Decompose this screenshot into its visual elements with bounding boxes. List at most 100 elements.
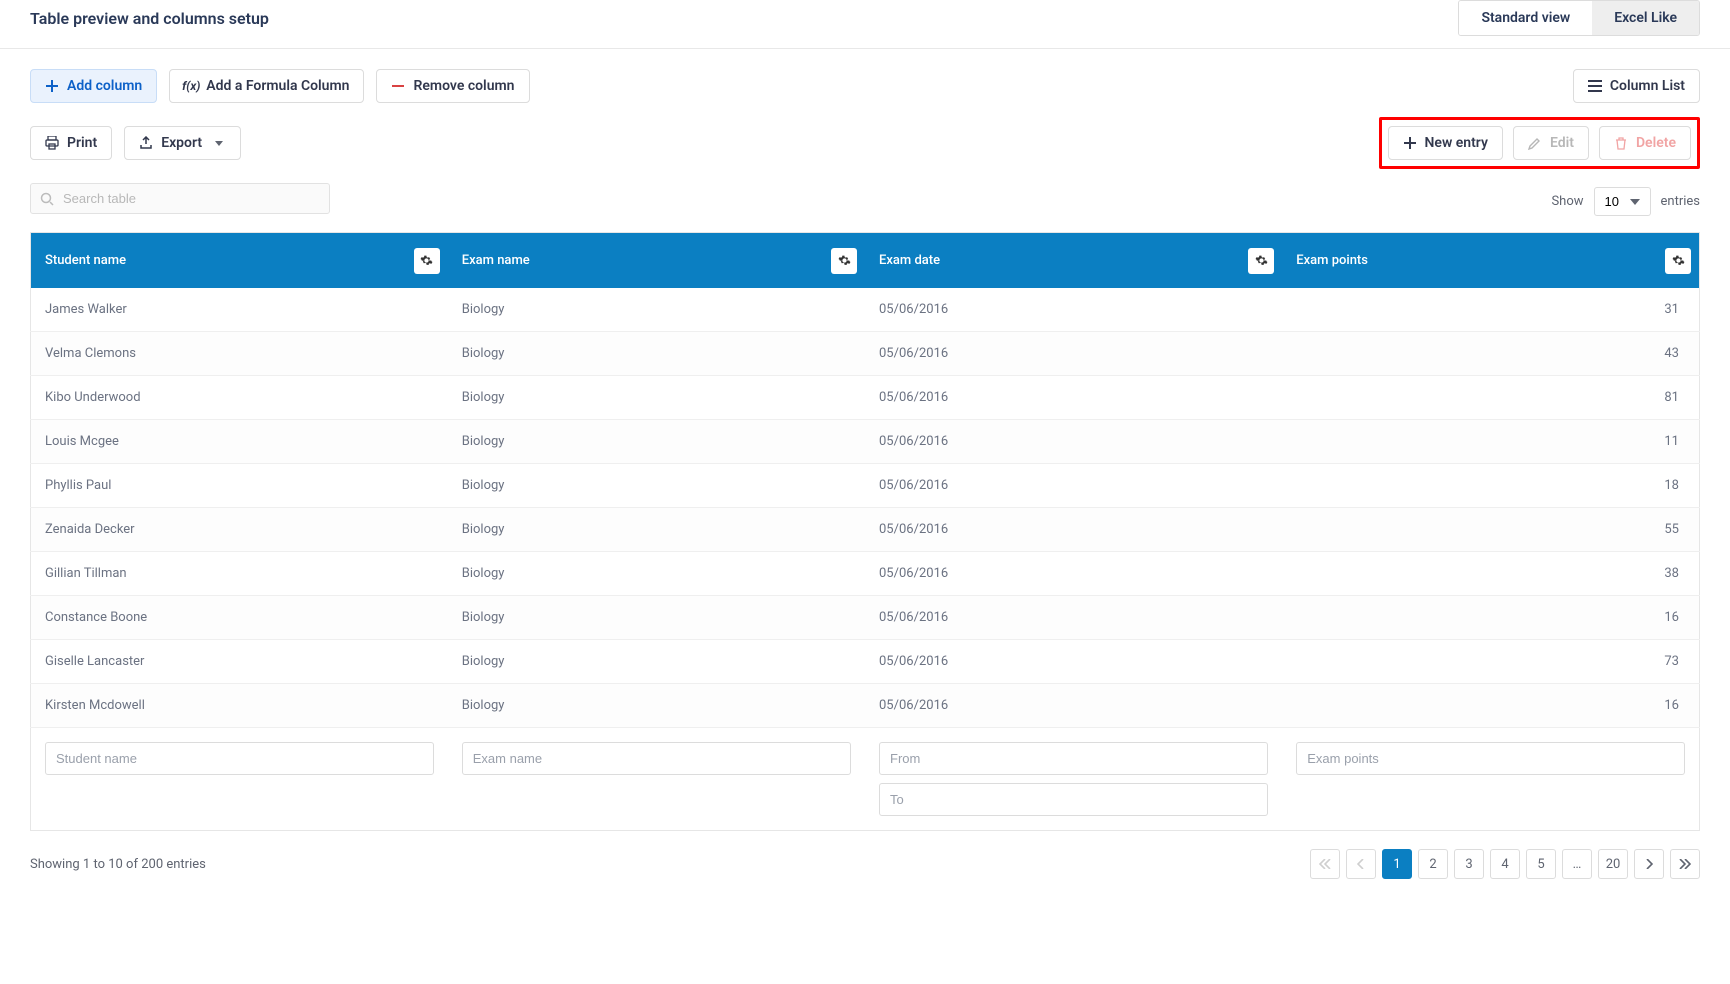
add-formula-button[interactable]: f(x) Add a Formula Column: [169, 69, 364, 103]
cell-date: 05/06/2016: [865, 332, 1282, 376]
col-header-exam[interactable]: Exam name: [462, 253, 530, 268]
page-2[interactable]: 2: [1418, 849, 1448, 879]
remove-column-label: Remove column: [413, 78, 514, 94]
search-input[interactable]: [30, 183, 330, 214]
cell-date: 05/06/2016: [865, 684, 1282, 728]
plus-icon: [1403, 136, 1417, 150]
page-4[interactable]: 4: [1490, 849, 1520, 879]
cell-exam: Biology: [448, 596, 865, 640]
table-row[interactable]: James WalkerBiology05/06/201631: [31, 288, 1700, 332]
cell-points: 16: [1282, 596, 1699, 640]
add-column-button[interactable]: Add column: [30, 69, 157, 103]
list-icon: [1588, 79, 1602, 93]
formula-icon: f(x): [184, 79, 198, 93]
page-3[interactable]: 3: [1454, 849, 1484, 879]
filter-student-input[interactable]: [45, 742, 434, 775]
cell-student: Louis Mcgee: [31, 420, 448, 464]
col-header-points[interactable]: Exam points: [1296, 253, 1368, 268]
page-5[interactable]: 5: [1526, 849, 1556, 879]
print-label: Print: [67, 135, 97, 151]
page-prev[interactable]: [1346, 849, 1376, 879]
col-header-date[interactable]: Exam date: [879, 253, 940, 268]
page-size-select[interactable]: 10: [1594, 187, 1651, 216]
cell-date: 05/06/2016: [865, 552, 1282, 596]
cell-date: 05/06/2016: [865, 464, 1282, 508]
filter-points-input[interactable]: [1296, 742, 1685, 775]
page-title: Table preview and columns setup: [30, 9, 269, 28]
page-20[interactable]: 20: [1598, 849, 1628, 879]
cell-exam: Biology: [448, 508, 865, 552]
data-table: Student name Exam name Exam date: [30, 232, 1700, 831]
cell-exam: Biology: [448, 376, 865, 420]
cell-date: 05/06/2016: [865, 420, 1282, 464]
print-button[interactable]: Print: [30, 126, 112, 160]
page-first[interactable]: [1310, 849, 1340, 879]
column-list-label: Column List: [1610, 78, 1685, 94]
print-icon: [45, 136, 59, 150]
cell-points: 43: [1282, 332, 1699, 376]
cell-student: Gillian Tillman: [31, 552, 448, 596]
pencil-icon: [1528, 136, 1542, 150]
view-excel-tab[interactable]: Excel Like: [1592, 1, 1699, 35]
cell-exam: Biology: [448, 640, 865, 684]
gear-icon: [1255, 254, 1268, 267]
export-button[interactable]: Export: [124, 126, 241, 160]
cell-student: Giselle Lancaster: [31, 640, 448, 684]
view-standard-tab[interactable]: Standard view: [1459, 1, 1592, 35]
cell-date: 05/06/2016: [865, 508, 1282, 552]
cell-points: 38: [1282, 552, 1699, 596]
edit-label: Edit: [1550, 135, 1574, 151]
cell-points: 31: [1282, 288, 1699, 332]
export-label: Export: [161, 135, 202, 151]
filter-date-to-input[interactable]: [879, 783, 1268, 816]
cell-student: Constance Boone: [31, 596, 448, 640]
page-next[interactable]: [1634, 849, 1664, 879]
cell-exam: Biology: [448, 332, 865, 376]
entries-info: Showing 1 to 10 of 200 entries: [30, 857, 206, 872]
cell-student: Zenaida Decker: [31, 508, 448, 552]
cell-student: Phyllis Paul: [31, 464, 448, 508]
col-settings-student[interactable]: [414, 248, 440, 274]
new-entry-button[interactable]: New entry: [1388, 126, 1503, 160]
add-column-label: Add column: [67, 78, 142, 94]
gear-icon: [420, 254, 433, 267]
col-settings-exam[interactable]: [831, 248, 857, 274]
crud-toolbar-highlight: New entry Edit Delete: [1379, 117, 1701, 169]
remove-column-button[interactable]: Remove column: [376, 69, 529, 103]
minus-icon: [391, 79, 405, 93]
plus-icon: [45, 79, 59, 93]
table-row[interactable]: Giselle LancasterBiology05/06/201673: [31, 640, 1700, 684]
export-icon: [139, 136, 153, 150]
page-…: …: [1562, 849, 1592, 879]
page-last[interactable]: [1670, 849, 1700, 879]
gear-icon: [1672, 254, 1685, 267]
pagination: 12345…20: [1310, 849, 1700, 879]
table-row[interactable]: Kirsten McdowellBiology05/06/201616: [31, 684, 1700, 728]
cell-points: 81: [1282, 376, 1699, 420]
table-row[interactable]: Phyllis PaulBiology05/06/201618: [31, 464, 1700, 508]
column-list-button[interactable]: Column List: [1573, 69, 1700, 103]
table-row[interactable]: Louis McgeeBiology05/06/201611: [31, 420, 1700, 464]
entries-label: entries: [1661, 194, 1701, 209]
gear-icon: [838, 254, 851, 267]
add-formula-label: Add a Formula Column: [206, 78, 349, 94]
table-row[interactable]: Gillian TillmanBiology05/06/201638: [31, 552, 1700, 596]
filter-exam-input[interactable]: [462, 742, 851, 775]
cell-student: James Walker: [31, 288, 448, 332]
table-row[interactable]: Velma ClemonsBiology05/06/201643: [31, 332, 1700, 376]
table-row[interactable]: Kibo UnderwoodBiology05/06/201681: [31, 376, 1700, 420]
table-row[interactable]: Zenaida DeckerBiology05/06/201655: [31, 508, 1700, 552]
cell-points: 16: [1282, 684, 1699, 728]
view-toggle: Standard view Excel Like: [1458, 0, 1700, 36]
cell-student: Kibo Underwood: [31, 376, 448, 420]
cell-date: 05/06/2016: [865, 596, 1282, 640]
col-settings-date[interactable]: [1248, 248, 1274, 274]
cell-exam: Biology: [448, 420, 865, 464]
delete-button[interactable]: Delete: [1599, 126, 1691, 160]
page-1[interactable]: 1: [1382, 849, 1412, 879]
col-header-student[interactable]: Student name: [45, 253, 126, 268]
col-settings-points[interactable]: [1665, 248, 1691, 274]
filter-date-from-input[interactable]: [879, 742, 1268, 775]
edit-button[interactable]: Edit: [1513, 126, 1589, 160]
table-row[interactable]: Constance BooneBiology05/06/201616: [31, 596, 1700, 640]
